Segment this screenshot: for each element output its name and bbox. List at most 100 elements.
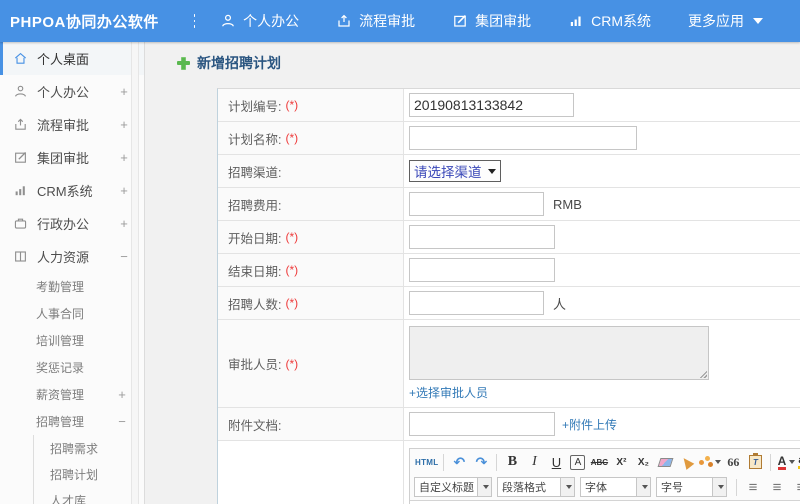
blockquote-button[interactable]: 66: [723, 452, 743, 472]
nav-group-approval[interactable]: 集团审批: [452, 11, 531, 31]
form-row-plan-no: 计划编号: (*): [218, 89, 800, 122]
nav-workflow-approval[interactable]: 流程审批: [336, 11, 415, 31]
align-center-button[interactable]: ≡: [767, 477, 787, 497]
minus-icon[interactable]: −: [119, 249, 129, 264]
separator: [736, 478, 737, 496]
headcount-input[interactable]: [409, 291, 544, 315]
source-code-button[interactable]: HTML: [415, 452, 438, 472]
sparkle-icon: [699, 459, 705, 465]
form-row-plan-name: 计划名称: (*): [218, 122, 800, 155]
nav-label: CRM系统: [591, 13, 651, 29]
plan-name-input[interactable]: [409, 126, 637, 150]
sidebar-item-group-approval[interactable]: 集团审批 +: [0, 141, 144, 174]
format-painter-button[interactable]: [699, 452, 722, 472]
fee-unit: RMB: [553, 196, 582, 212]
eraser-button[interactable]: [655, 452, 675, 472]
sidebar-subitem-recruit-plan[interactable]: 招聘计划: [34, 461, 144, 487]
font-color-button[interactable]: A: [776, 452, 796, 472]
field-label: 招聘人数: (*): [218, 287, 404, 319]
sidebar-item-admin-office[interactable]: 行政办公 +: [0, 207, 144, 240]
clipboard-icon: T: [748, 453, 762, 469]
superscript-button[interactable]: X²: [611, 452, 631, 472]
caret-button[interactable]: [478, 477, 492, 497]
custom-title-combo[interactable]: 自定义标题: [414, 477, 492, 497]
nav-crm-system[interactable]: CRM系统: [568, 11, 651, 31]
plan-no-input[interactable]: [409, 93, 574, 117]
minus-icon[interactable]: −: [117, 414, 127, 429]
sidebar-item-personal-desktop[interactable]: 个人桌面: [0, 42, 144, 75]
sidebar-subitem-recruit-demand[interactable]: 招聘需求: [34, 435, 144, 461]
sidebar-item-hr[interactable]: 人力资源 −: [0, 240, 144, 273]
channel-select[interactable]: 请选择渠道: [409, 160, 501, 182]
align-left-button[interactable]: ≡: [743, 477, 763, 497]
sidebar-subitem-salary[interactable]: 薪资管理 +: [0, 381, 144, 408]
caret-button[interactable]: [637, 477, 651, 497]
rich-text-editor: HTML ↶ ↷ B I U A ABC X² X₂ 66 T A 自定义标题 …: [409, 448, 800, 504]
editor-toolbar-row1: HTML ↶ ↷ B I U A ABC X² X₂ 66 T A: [410, 449, 800, 474]
sidebar-item-personal-office[interactable]: 个人办公 +: [0, 75, 144, 108]
strikethrough-button[interactable]: ABC: [589, 452, 609, 472]
required-mark: (*): [285, 131, 299, 145]
sidebar-subitem-attendance[interactable]: 考勤管理: [0, 273, 144, 300]
clear-format-button[interactable]: [677, 452, 697, 472]
underline-button[interactable]: U: [546, 452, 566, 472]
field-label: 审批人员: (*): [218, 320, 404, 407]
autotypeset-button[interactable]: A: [570, 454, 586, 470]
subitem-label: 招聘需求: [50, 441, 99, 456]
plus-icon[interactable]: +: [117, 387, 127, 402]
sidebar-scrollbar[interactable]: [131, 42, 139, 504]
nav-more-apps[interactable]: 更多应用: [688, 11, 763, 31]
redo-button[interactable]: ↷: [471, 452, 491, 472]
flow-arrow-icon: [13, 117, 28, 132]
start-date-input[interactable]: [409, 225, 555, 249]
book-icon: [13, 249, 28, 264]
plus-icon[interactable]: +: [119, 183, 129, 198]
plus-icon[interactable]: +: [119, 84, 129, 99]
sidebar-subitem-hr-contract[interactable]: 人事合同: [0, 300, 144, 327]
sidebar-subitem-recruitment[interactable]: 招聘管理 −: [0, 408, 144, 435]
plus-icon[interactable]: +: [119, 117, 129, 132]
sidebar-subitem-training[interactable]: 培训管理: [0, 327, 144, 354]
nav-personal-office[interactable]: 个人办公: [220, 11, 299, 31]
form-row-fee: 招聘费用: RMB: [218, 188, 800, 221]
italic-button[interactable]: I: [524, 452, 544, 472]
caret-button[interactable]: [561, 477, 575, 497]
required-mark: (*): [285, 230, 299, 244]
form-row-channel: 招聘渠道: 请选择渠道: [218, 155, 800, 188]
approvers-textarea[interactable]: [409, 326, 709, 380]
caret-down-icon: [718, 485, 724, 489]
plus-icon[interactable]: +: [119, 150, 129, 165]
align-right-button[interactable]: ≡: [791, 477, 800, 497]
editor-content-area[interactable]: [410, 500, 800, 504]
paragraph-format-combo[interactable]: 段落格式: [497, 477, 575, 497]
undo-button[interactable]: ↶: [449, 452, 469, 472]
add-plus-icon: [177, 56, 190, 70]
field-label: 附件文档:: [218, 408, 404, 440]
subitem-label: 人才库: [50, 493, 87, 504]
end-date-input[interactable]: [409, 258, 555, 282]
font-family-combo[interactable]: 字体: [580, 477, 651, 497]
bold-button[interactable]: B: [502, 452, 522, 472]
fee-input[interactable]: [409, 192, 544, 216]
caret-button[interactable]: [713, 477, 727, 497]
subscript-button[interactable]: X₂: [633, 452, 653, 472]
caret-down-icon: [483, 485, 489, 489]
sidebar-subitem-talent-pool[interactable]: 人才库: [34, 487, 144, 504]
paste-filter-button[interactable]: T: [745, 452, 765, 472]
caret-down-icon: [715, 460, 722, 464]
attachment-upload-link[interactable]: +附件上传: [562, 416, 617, 433]
attachment-input[interactable]: [409, 412, 555, 436]
choose-approvers-link[interactable]: +选择审批人员: [409, 384, 488, 401]
subitem-label: 招聘计划: [50, 467, 99, 482]
page-title-text: 新增招聘计划: [197, 55, 281, 71]
sidebar-item-label: 个人桌面: [37, 52, 90, 67]
sidebar-item-crm[interactable]: CRM系统 +: [0, 174, 144, 207]
sidebar-item-workflow-approval[interactable]: 流程审批 +: [0, 108, 144, 141]
plus-icon[interactable]: +: [119, 216, 129, 231]
flow-arrow-icon: [336, 13, 352, 29]
app-logo: PHPOA协同办公软件: [10, 13, 159, 31]
sidebar-subitem-reward-punish[interactable]: 奖惩记录: [0, 354, 144, 381]
nav-label: 个人办公: [243, 13, 300, 29]
form-row-attachment: 附件文档: +附件上传: [218, 408, 800, 441]
font-size-combo[interactable]: 字号: [656, 477, 727, 497]
